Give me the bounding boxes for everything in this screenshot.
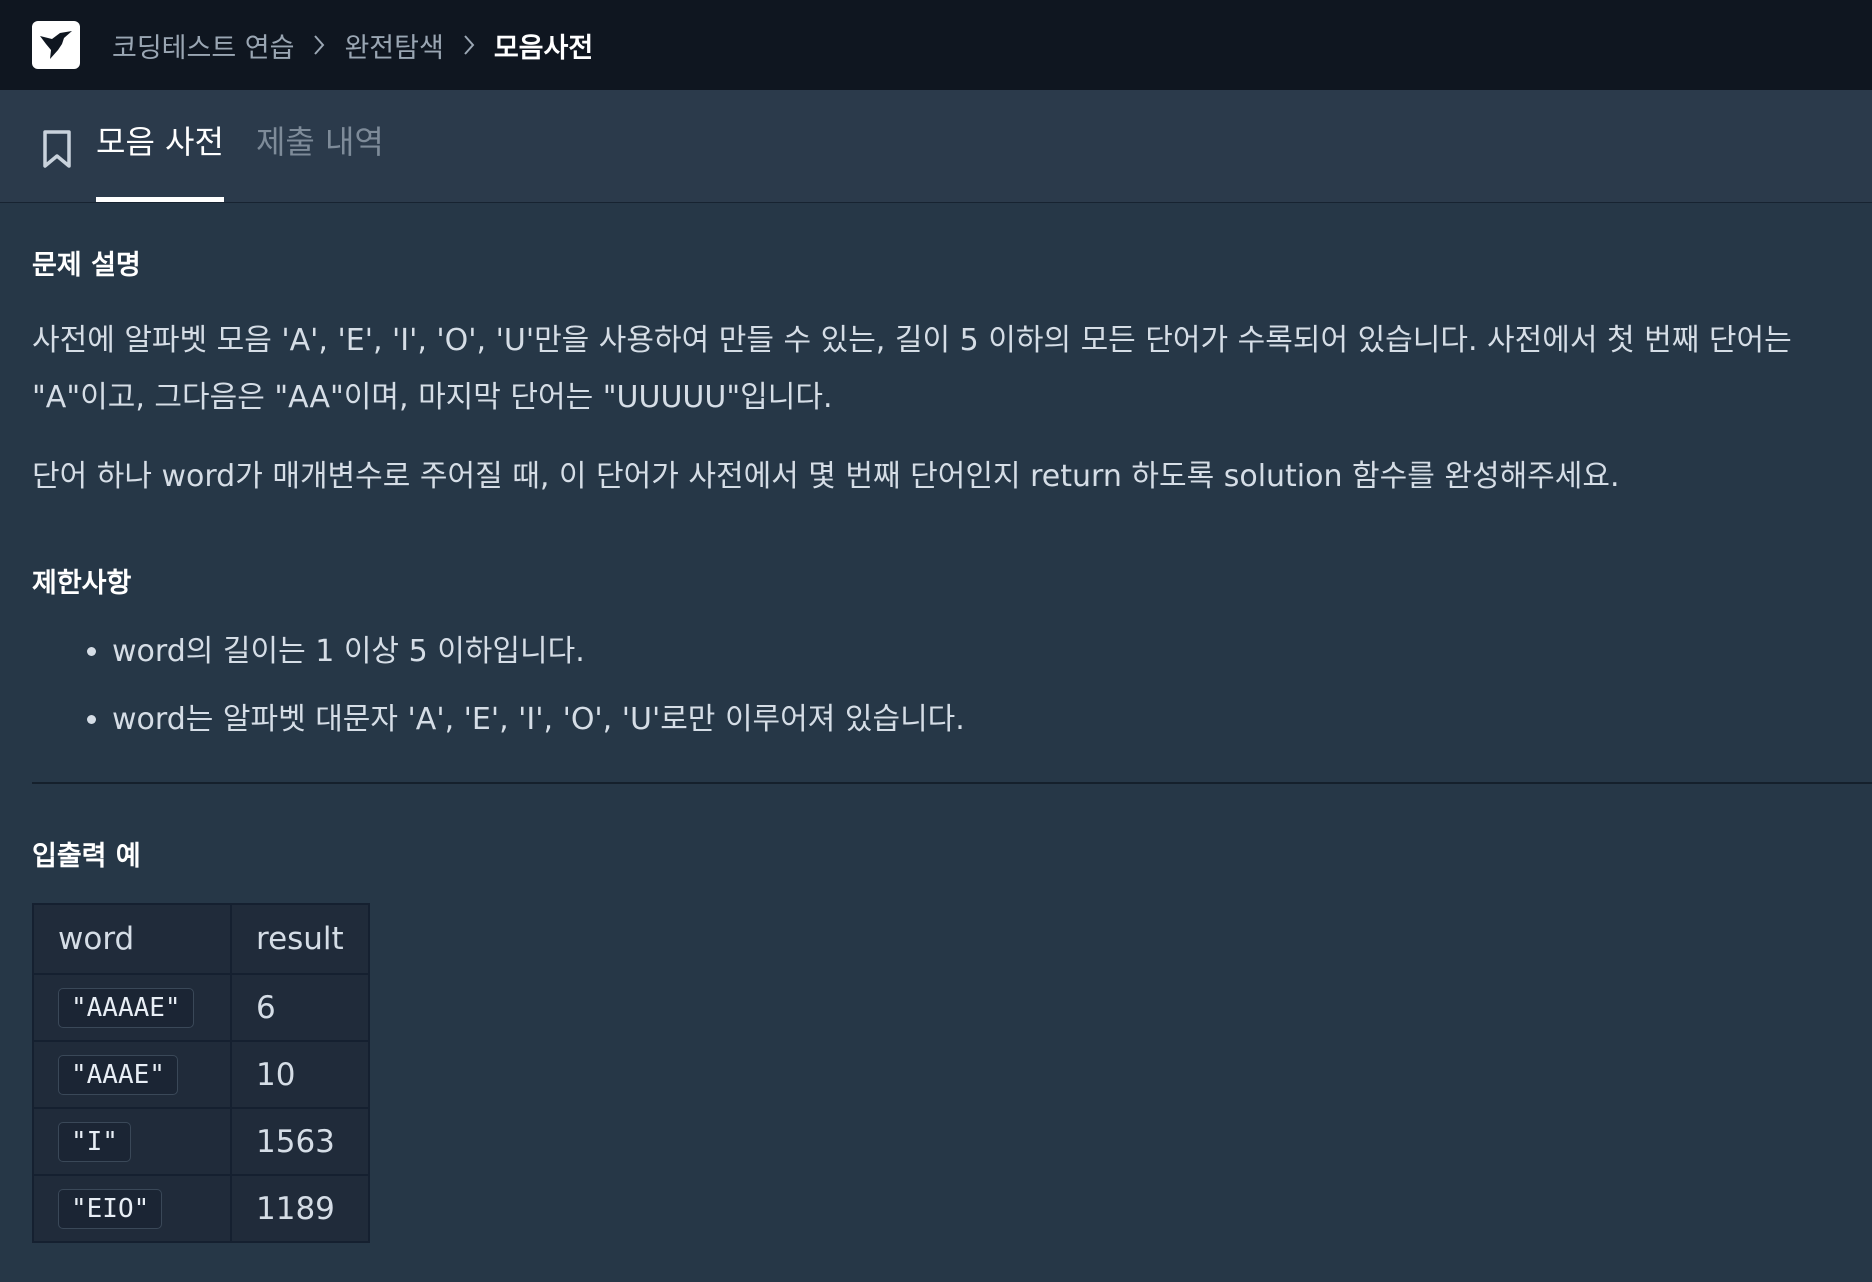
table-cell-word: "I" <box>32 1107 232 1176</box>
table-header-word: word <box>32 903 232 975</box>
table-cell-result: 1563 <box>230 1107 370 1176</box>
section-title-examples: 입출력 예 <box>32 841 141 872</box>
table-cell-result: 10 <box>230 1040 370 1109</box>
examples-table: word result "AAAAE" 6 "AAAE" 10 "I" 1563… <box>32 903 370 1243</box>
table-row: "AAAE" 10 <box>32 1040 370 1109</box>
top-bar: 코딩테스트 연습 완전탐색 모음사전 <box>0 0 1872 90</box>
description-paragraph-2: 단어 하나 word가 매개변수로 주어질 때, 이 단어가 사전에서 몇 번째… <box>32 459 1620 494</box>
bookmark-icon[interactable] <box>40 129 74 169</box>
breadcrumb: 코딩테스트 연습 완전탐색 모음사전 <box>112 26 593 65</box>
chevron-right-icon <box>456 32 482 58</box>
description-paragraph-1: 사전에 알파벳 모음 'A', 'E', 'I', 'O', 'U'만을 사용하… <box>32 323 1792 415</box>
table-cell-word: "AAAE" <box>32 1040 232 1109</box>
tab-problem[interactable]: 모음 사전 <box>96 89 224 202</box>
breadcrumb-item-current: 모음사전 <box>493 32 594 64</box>
section-divider <box>32 782 1872 784</box>
table-row: "I" 1563 <box>32 1107 370 1176</box>
table-row: "EIO" 1189 <box>32 1174 370 1243</box>
table-cell-result: 1189 <box>230 1174 370 1243</box>
table-header-result: result <box>230 903 370 975</box>
table-cell-result: 6 <box>230 973 370 1042</box>
tab-bar: 모음 사전 제출 내역 <box>0 90 1872 203</box>
section-title-description: 문제 설명 <box>32 250 141 281</box>
table-header-row: word result <box>32 903 370 975</box>
problem-content: 문제 설명 사전에 알파벳 모음 'A', 'E', 'I', 'O', 'U'… <box>0 203 1872 1243</box>
constraint-item: word는 알파벳 대문자 'A', 'E', 'I', 'O', 'U'로만 … <box>112 698 1872 742</box>
tab-submissions[interactable]: 제출 내역 <box>256 89 384 202</box>
code-value: "EIO" <box>58 1188 163 1229</box>
breadcrumb-item-coding-test[interactable]: 코딩테스트 연습 <box>112 26 294 65</box>
chevron-right-icon <box>306 32 332 58</box>
hummingbird-logo-icon[interactable] <box>32 21 80 69</box>
section-title-constraints: 제한사항 <box>32 568 132 599</box>
table-row: "AAAAE" 6 <box>32 973 370 1042</box>
code-value: "AAAAE" <box>58 987 194 1028</box>
code-value: "I" <box>58 1121 131 1162</box>
breadcrumb-item-brute-force[interactable]: 완전탐색 <box>344 26 443 65</box>
table-cell-word: "EIO" <box>32 1174 232 1243</box>
code-value: "AAAE" <box>58 1054 178 1095</box>
constraints-list: word의 길이는 1 이상 5 이하입니다. word는 알파벳 대문자 'A… <box>32 630 1872 742</box>
table-cell-word: "AAAAE" <box>32 973 232 1042</box>
constraint-item: word의 길이는 1 이상 5 이하입니다. <box>112 630 1872 674</box>
